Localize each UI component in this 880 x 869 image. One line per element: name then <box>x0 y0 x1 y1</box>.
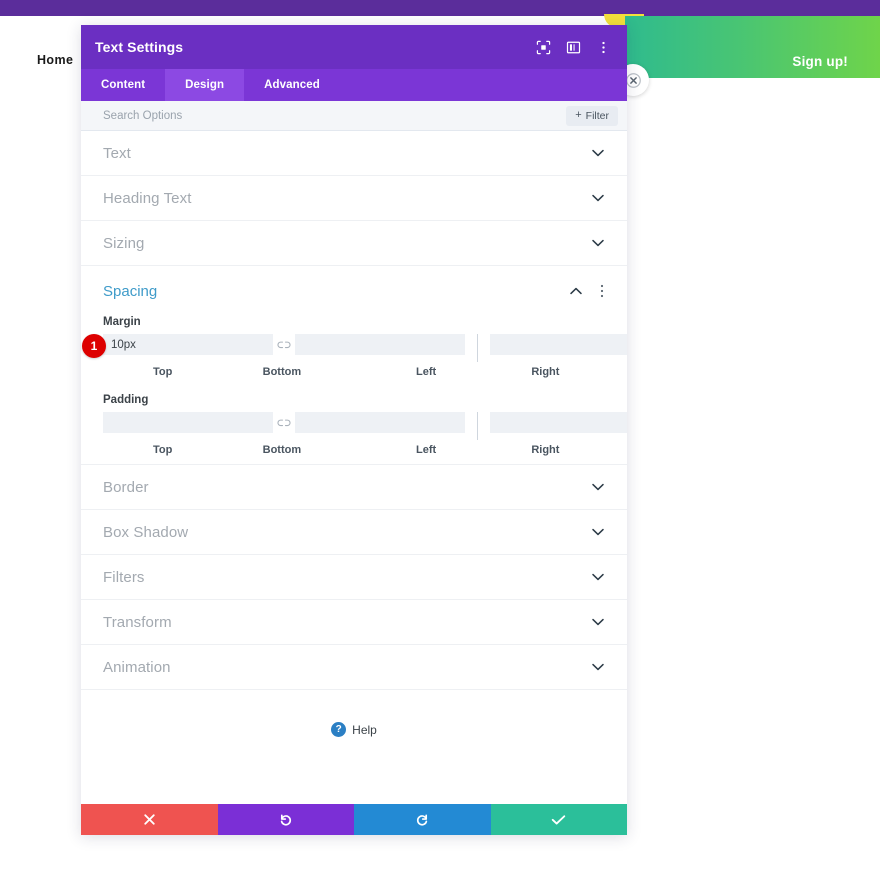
top-accent-bar <box>0 0 880 16</box>
layout-columns-icon[interactable] <box>565 39 581 55</box>
x-icon <box>144 814 155 825</box>
redo-button[interactable] <box>354 804 491 835</box>
question-mark-icon: ? <box>331 722 347 737</box>
vertical-dots-icon[interactable] <box>595 39 611 55</box>
section-sizing-label: Sizing <box>103 234 145 252</box>
margin-left-right-pair <box>490 334 627 355</box>
padding-right-sublabel: Right <box>531 444 560 456</box>
chevron-down-icon <box>591 618 605 626</box>
cancel-button[interactable] <box>81 804 218 835</box>
field-divider <box>477 334 478 362</box>
section-box-shadow[interactable]: Box Shadow <box>81 510 627 555</box>
titlebar-icon-group <box>535 39 611 55</box>
section-border-label: Border <box>103 478 149 496</box>
padding-label: Padding <box>103 394 149 406</box>
margin-bottom-sublabel: Bottom <box>262 366 302 378</box>
chevron-down-icon <box>591 483 605 491</box>
section-spacing: Spacing Margin 10px Top Bottom Left Righ… <box>81 266 627 465</box>
section-transform-label: Transform <box>103 613 172 631</box>
section-animation-label: Animation <box>103 658 171 676</box>
padding-left-sublabel: Left <box>416 444 437 456</box>
signup-button[interactable]: Sign up! <box>792 54 848 69</box>
section-border[interactable]: Border <box>81 465 627 510</box>
text-settings-modal: Text Settings Content Design Advanced Se… <box>81 25 627 835</box>
annotation-marker-1: 1 <box>82 334 106 358</box>
margin-field-group: Margin 10px Top Bottom Left Right <box>81 316 627 378</box>
undo-icon <box>280 813 291 826</box>
chevron-down-icon <box>591 239 605 247</box>
margin-left-sublabel: Left <box>416 366 437 378</box>
help-label: Help <box>352 722 377 737</box>
field-divider <box>477 412 478 440</box>
section-sizing[interactable]: Sizing <box>81 221 627 266</box>
margin-left-input[interactable] <box>490 334 627 355</box>
chain-broken-icon[interactable] <box>273 418 295 428</box>
margin-bottom-input[interactable] <box>295 334 465 355</box>
chevron-up-icon[interactable] <box>569 287 583 295</box>
padding-top-bottom-pair <box>103 412 465 433</box>
search-input[interactable] <box>103 109 567 122</box>
margin-sublabels: Top Bottom Left Right <box>103 366 605 378</box>
margin-inputs-row <box>103 334 627 362</box>
section-text-label: Text <box>103 144 131 162</box>
padding-top-sublabel: Top <box>152 444 173 456</box>
undo-button[interactable] <box>217 804 354 835</box>
signup-banner: Sign up! <box>625 16 880 78</box>
save-button[interactable] <box>490 804 627 835</box>
chevron-down-icon <box>591 663 605 671</box>
padding-bottom-input[interactable] <box>295 412 465 433</box>
padding-sublabels: Top Bottom Left Right <box>103 444 605 456</box>
modal-action-bar <box>81 804 627 835</box>
help-link[interactable]: ? Help <box>331 722 377 737</box>
settings-body: Text Heading Text Sizing Spacing Margin … <box>81 131 627 804</box>
padding-top-input[interactable] <box>103 412 273 433</box>
help-area: ? Help <box>81 690 627 737</box>
chevron-down-icon <box>591 573 605 581</box>
check-icon <box>552 814 566 824</box>
chevron-down-icon <box>591 194 605 202</box>
section-box-shadow-label: Box Shadow <box>103 523 189 541</box>
section-heading-text-label: Heading Text <box>103 189 192 207</box>
spacing-header-icons <box>569 284 609 298</box>
plus-icon: + <box>575 109 582 121</box>
padding-field-group: Padding Top Bottom Left Right <box>81 394 627 456</box>
margin-top-bottom-pair <box>103 334 465 355</box>
margin-label: Margin <box>103 316 141 328</box>
margin-top-sublabel: Top <box>152 366 173 378</box>
section-heading-text[interactable]: Heading Text <box>81 176 627 221</box>
section-spacing-label: Spacing <box>103 282 158 300</box>
redo-icon <box>417 813 428 826</box>
vertical-dots-icon[interactable] <box>595 284 609 298</box>
filter-button[interactable]: + Filter <box>566 105 618 126</box>
search-options-bar: + Filter <box>81 101 627 131</box>
section-filters-label: Filters <box>103 568 145 586</box>
padding-inputs-row <box>103 412 627 440</box>
page-title: Text Settings <box>95 39 184 55</box>
section-spacing-header[interactable]: Spacing <box>81 266 627 316</box>
margin-top-input[interactable] <box>103 334 273 355</box>
focus-target-icon[interactable] <box>535 39 551 55</box>
modal-tab-bar: Content Design Advanced <box>81 69 627 101</box>
tab-advanced[interactable]: Advanced <box>244 69 340 101</box>
section-filters[interactable]: Filters <box>81 555 627 600</box>
filter-button-label: Filter <box>585 109 609 122</box>
padding-left-right-pair <box>490 412 627 433</box>
chevron-down-icon <box>591 528 605 536</box>
tab-design[interactable]: Design <box>165 69 245 101</box>
section-text[interactable]: Text <box>81 131 627 176</box>
nav-link-home[interactable]: Home <box>37 53 73 67</box>
padding-bottom-sublabel: Bottom <box>262 444 302 456</box>
section-animation[interactable]: Animation <box>81 645 627 690</box>
margin-right-sublabel: Right <box>531 366 560 378</box>
padding-left-input[interactable] <box>490 412 627 433</box>
chevron-down-icon <box>591 149 605 157</box>
section-transform[interactable]: Transform <box>81 600 627 645</box>
tab-content[interactable]: Content <box>81 69 165 101</box>
modal-titlebar: Text Settings <box>81 25 627 69</box>
chain-broken-icon[interactable] <box>273 340 295 350</box>
